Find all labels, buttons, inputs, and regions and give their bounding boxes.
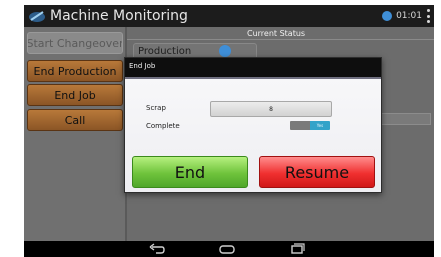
action-bar: Machine Monitoring 01:01 <box>24 5 434 27</box>
resume-button[interactable]: Resume <box>259 156 375 188</box>
app-logo-icon <box>29 11 45 22</box>
call-button[interactable]: Call <box>27 109 123 131</box>
clock: 01:01 <box>396 11 422 21</box>
end-job-dialog: End Job Scrap 8 Complete Yes End Resume <box>124 57 382 193</box>
app-window: Machine Monitoring 01:01 Start Changeove… <box>24 5 434 257</box>
start-changeover-button[interactable]: Start Changeover <box>27 32 123 54</box>
status-indicator-icon <box>219 45 231 57</box>
recent-apps-icon[interactable] <box>288 243 306 255</box>
notification-icon <box>382 11 393 21</box>
app-title: Machine Monitoring <box>50 8 188 24</box>
scrap-input[interactable]: 8 <box>210 101 332 117</box>
navigation-bar <box>24 241 434 257</box>
complete-label: Complete <box>146 122 180 130</box>
home-icon[interactable] <box>218 243 236 255</box>
toggle-on-segment: Yes <box>310 121 330 130</box>
overflow-menu-icon[interactable] <box>426 9 430 23</box>
dialog-title: End Job <box>129 62 156 70</box>
dialog-body: Scrap 8 Complete Yes End Resume <box>125 79 381 192</box>
toggle-off-segment <box>290 121 310 130</box>
current-status-header: Current Status <box>247 29 306 38</box>
back-icon[interactable] <box>148 243 166 255</box>
end-production-button[interactable]: End Production <box>27 60 123 82</box>
production-label: Production <box>138 46 192 57</box>
end-button[interactable]: End <box>132 156 248 188</box>
complete-toggle[interactable]: Yes <box>290 121 330 130</box>
scrap-label: Scrap <box>146 104 166 112</box>
end-job-button[interactable]: End Job <box>27 84 123 106</box>
status-area: 01:01 <box>382 8 430 24</box>
left-panel: Start Changeover End Production End Job … <box>24 27 125 241</box>
dialog-header: End Job <box>125 58 381 77</box>
header-divider <box>127 39 434 40</box>
